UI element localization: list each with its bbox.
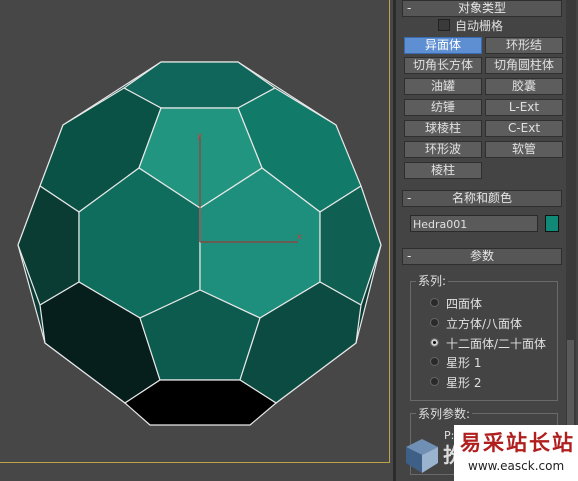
- rollout-parameters[interactable]: - 参数: [402, 248, 562, 265]
- rollout-name-color-title: 名称和颜色: [451, 191, 512, 205]
- collapse-icon: -: [407, 249, 412, 263]
- viewport-perspective[interactable]: x y: [0, 0, 393, 481]
- object-name-input[interactable]: Hedra001: [410, 215, 538, 232]
- btn-l-ext[interactable]: L-Ext: [485, 99, 563, 116]
- object-color-swatch[interactable]: [545, 215, 559, 232]
- auto-grid-checkbox[interactable]: [438, 19, 450, 31]
- rollout-object-type[interactable]: - 对象类型: [402, 0, 562, 17]
- watermark-logo-icon: [406, 439, 438, 473]
- radio-star2[interactable]: [430, 377, 439, 386]
- btn-spindle[interactable]: 纺锤: [404, 99, 482, 116]
- radio-star1[interactable]: [430, 357, 439, 366]
- btn-hose[interactable]: 软管: [485, 141, 563, 158]
- watermark-title: 易采站长站: [460, 430, 575, 455]
- rollout-object-type-title: 对象类型: [457, 1, 506, 15]
- btn-capsule[interactable]: 胶囊: [485, 78, 563, 95]
- btn-hedra[interactable]: 异面体: [404, 37, 482, 54]
- collapse-icon: -: [407, 191, 412, 205]
- radio-star1-label: 星形 1: [446, 356, 482, 370]
- collapse-icon: -: [407, 1, 412, 15]
- btn-c-ext[interactable]: C-Ext: [485, 120, 563, 137]
- rollout-name-color[interactable]: - 名称和颜色: [402, 190, 562, 207]
- radio-tetra[interactable]: [430, 298, 439, 307]
- command-panel: - 对象类型 自动栅格 异面体 环形结 切角长方体 切角圆柱体 油罐 胶囊 纺锤…: [396, 0, 578, 481]
- btn-chamfer-cyl[interactable]: 切角圆柱体: [485, 57, 563, 74]
- btn-torus-knot[interactable]: 环形结: [485, 37, 563, 54]
- watermark-url: www.easck.com: [468, 459, 565, 473]
- btn-chamfer-box[interactable]: 切角长方体: [404, 57, 482, 74]
- family-label: 系列:: [416, 272, 449, 289]
- auto-grid-label: 自动栅格: [455, 19, 504, 33]
- btn-ring-wave[interactable]: 环形波: [404, 141, 482, 158]
- rollout-parameters-title: 参数: [469, 249, 494, 263]
- radio-tetra-label: 四面体: [446, 297, 483, 311]
- radio-star2-label: 星形 2: [446, 376, 482, 390]
- btn-gengon[interactable]: 球棱柱: [404, 120, 482, 137]
- radio-cube-octa[interactable]: [430, 318, 439, 327]
- watermark: 扮 易采站长站 www.easck.com: [402, 425, 578, 481]
- radio-dodec-icos-label: 十二面体/二十面体: [446, 337, 547, 351]
- btn-oil-tank[interactable]: 油罐: [404, 78, 482, 95]
- viewport-active-border: [0, 0, 390, 463]
- radio-dodec-icos[interactable]: [430, 338, 439, 347]
- btn-prism[interactable]: 棱柱: [404, 162, 482, 179]
- radio-cube-octa-label: 立方体/八面体: [446, 317, 523, 331]
- family-params-label: 系列参数:: [416, 405, 473, 422]
